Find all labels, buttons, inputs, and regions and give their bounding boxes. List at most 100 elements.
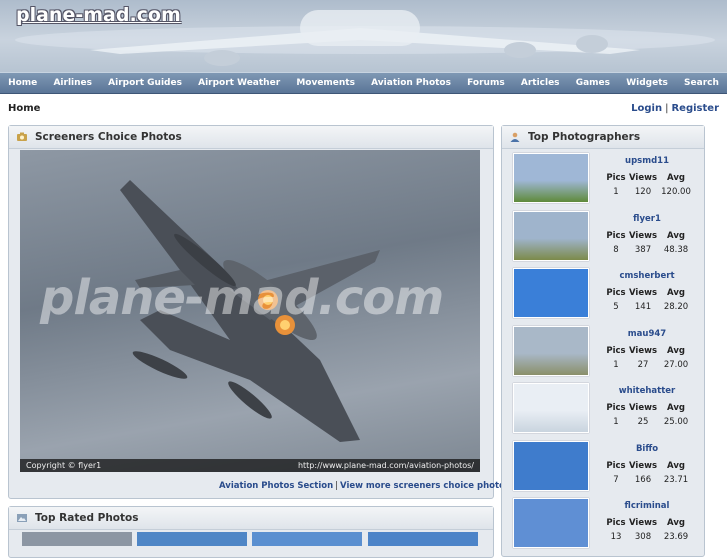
stats-header-views: Views	[628, 230, 658, 241]
top-rated-header: Top Rated Photos	[9, 507, 493, 530]
stats-avg-value: 25.00	[663, 417, 689, 427]
site-logo[interactable]: plane-mad.com	[16, 4, 181, 26]
stats-pics-value: 8	[613, 244, 619, 255]
nav-widgets[interactable]: Widgets	[618, 73, 676, 93]
main-nav: Home Airlines Airport Guides Airport Wea…	[0, 72, 727, 94]
stats-header-pics: Pics	[606, 460, 626, 471]
stats-header-pics: Pics	[606, 173, 626, 183]
top-rated-thumb-3[interactable]	[252, 532, 362, 546]
photo-copyright: Copyright © flyer1	[26, 461, 102, 470]
stats-header-views: Views	[628, 345, 658, 356]
nav-airlines[interactable]: Airlines	[45, 73, 100, 93]
stats-pics-value: 1	[613, 359, 619, 370]
photographer-thumbnail[interactable]	[513, 153, 589, 203]
stats-header-avg: Avg	[667, 460, 685, 471]
stats-header-pics: Pics	[606, 345, 626, 356]
stats-pics-value: 1	[613, 187, 619, 197]
photo-caption-bar: Copyright © flyer1 http://www.plane-mad.…	[20, 459, 480, 472]
stats-avg-value: 48.38	[663, 244, 689, 255]
stats-views-value: 120	[634, 187, 652, 197]
photographer-name[interactable]: flcriminal	[604, 501, 690, 511]
stats-avg-value: 28.20	[663, 302, 689, 312]
screeners-links: Aviation Photos Section | View more screen…	[219, 481, 527, 491]
photographer-stats: Pics Views Avg 1 120 120.00	[605, 173, 693, 197]
stats-avg-value: 27.00	[663, 359, 689, 370]
photographer-thumbnail[interactable]	[513, 498, 589, 548]
stats-header-avg: Avg	[667, 403, 685, 413]
top-photographers-header: Top Photographers	[502, 126, 704, 149]
photographer-name[interactable]: cmsherbert	[604, 271, 690, 281]
site-banner: plane-mad.com	[0, 0, 727, 72]
photographer-stats: Pics Views Avg 13 308 23.69	[605, 518, 693, 542]
top-photographers-title: Top Photographers	[528, 131, 641, 143]
stats-avg-value: 23.69	[663, 532, 689, 542]
stats-views-value: 141	[634, 302, 652, 312]
photographer-stats: Pics Views Avg 5 141 28.20	[605, 288, 693, 312]
stats-header-pics: Pics	[606, 230, 626, 241]
stats-pics-value: 1	[613, 417, 619, 427]
screeners-choice-header: Screeners Choice Photos	[9, 126, 493, 149]
stats-header-avg: Avg	[667, 345, 685, 356]
top-rated-thumb-1[interactable]	[22, 532, 132, 546]
aviation-photos-section-link[interactable]: Aviation Photos Section	[219, 481, 333, 491]
photographer-name[interactable]: upsmd11	[604, 156, 690, 166]
nav-movements[interactable]: Movements	[288, 73, 363, 93]
register-link[interactable]: Register	[671, 103, 719, 114]
nav-forums[interactable]: Forums	[459, 73, 513, 93]
stats-pics-value: 7	[613, 474, 619, 485]
photo-icon	[17, 514, 27, 522]
photographer-name[interactable]: whitehatter	[604, 386, 690, 396]
stats-header-pics: Pics	[606, 518, 626, 528]
nav-games[interactable]: Games	[568, 73, 618, 93]
stats-header-pics: Pics	[606, 403, 626, 413]
photographer-name[interactable]: mau947	[604, 329, 690, 339]
stats-views-value: 27	[637, 359, 649, 370]
auth-separator: |	[665, 103, 669, 114]
nav-aviation-photos[interactable]: Aviation Photos	[363, 73, 459, 93]
stats-header-pics: Pics	[606, 288, 626, 298]
camera-icon	[17, 132, 27, 141]
nav-search[interactable]: Search	[676, 73, 727, 93]
photographer-thumbnail[interactable]	[513, 268, 589, 318]
top-rated-thumb-4[interactable]	[368, 532, 478, 546]
photographer-thumbnail[interactable]	[513, 325, 589, 376]
stats-pics-value: 5	[613, 302, 619, 312]
stats-header-views: Views	[628, 173, 658, 183]
nav-articles[interactable]: Articles	[513, 73, 568, 93]
screeners-choice-title: Screeners Choice Photos	[35, 131, 182, 143]
stats-views-value: 387	[634, 244, 652, 255]
top-rated-thumb-2[interactable]	[137, 532, 247, 546]
stats-header-avg: Avg	[667, 230, 685, 241]
top-rated-title: Top Rated Photos	[35, 512, 139, 524]
user-icon	[510, 132, 520, 142]
login-link[interactable]: Login	[631, 103, 662, 114]
stats-views-value: 308	[634, 532, 652, 542]
stats-header-avg: Avg	[667, 518, 685, 528]
stats-header-views: Views	[628, 288, 658, 298]
breadcrumb: Home	[8, 103, 41, 114]
photographer-thumbnail[interactable]	[513, 210, 589, 261]
photographer-name[interactable]: Biffo	[604, 444, 690, 454]
stats-header-avg: Avg	[667, 173, 685, 183]
stats-views-value: 166	[634, 474, 652, 485]
view-more-screeners-link[interactable]: View more screeners choice photos >>	[340, 481, 527, 491]
stats-avg-value: 23.71	[663, 474, 689, 485]
nav-home[interactable]: Home	[0, 73, 45, 93]
stats-header-views: Views	[628, 403, 658, 413]
nav-airport-weather[interactable]: Airport Weather	[190, 73, 288, 93]
photographer-stats: Pics Views Avg 1 25 25.00	[605, 403, 693, 427]
links-separator: |	[335, 481, 339, 491]
photo-url: http://www.plane-mad.com/aviation-photos…	[297, 461, 474, 470]
photographer-thumbnail[interactable]	[513, 440, 589, 491]
photographer-stats: Pics Views Avg 1 27 27.00	[605, 346, 693, 370]
photo-watermark: plane-mad.com	[40, 270, 444, 326]
photographer-stats: Pics Views Avg 8 387 48.38	[605, 231, 693, 255]
stats-header-views: Views	[628, 460, 658, 471]
stats-header-views: Views	[628, 518, 658, 528]
photographer-thumbnail[interactable]	[513, 383, 589, 433]
photographer-name[interactable]: flyer1	[604, 214, 690, 224]
stats-avg-value: 120.00	[661, 187, 691, 197]
nav-airport-guides[interactable]: Airport Guides	[100, 73, 190, 93]
photographer-stats: Pics Views Avg 7 166 23.71	[605, 461, 693, 485]
stats-pics-value: 13	[610, 532, 622, 542]
